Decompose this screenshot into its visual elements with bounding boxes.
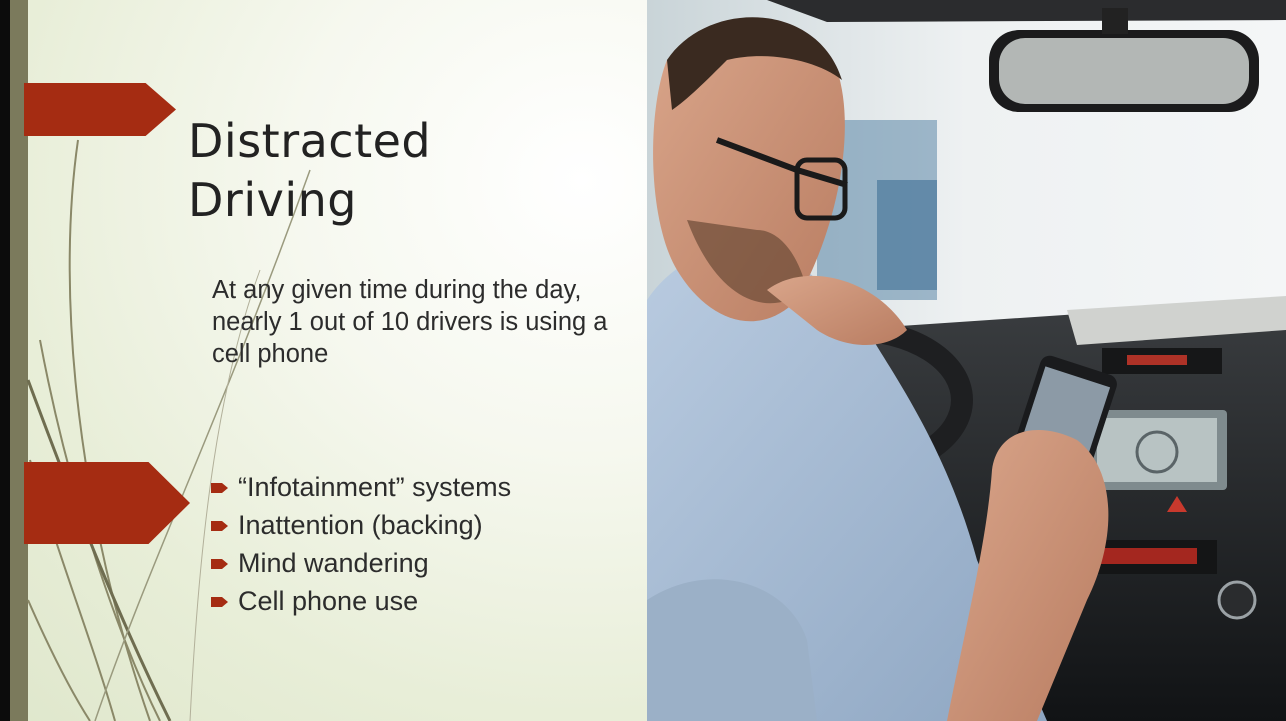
arrow-bullet-icon [211,483,228,493]
driver-texting-photo [647,0,1286,721]
slide: Distracted Driving At any given time dur… [0,0,1286,721]
arrow-bullet-icon [211,559,228,569]
arrow-bullet-icon [211,597,228,607]
bullet-item-mind-wandering: Mind wandering [210,548,630,579]
text-panel: Distracted Driving At any given time dur… [0,0,647,721]
bullet-item-cell-phone: Cell phone use [210,586,630,617]
bullet-item-inattention: Inattention (backing) [210,510,630,541]
bullet-text: Mind wandering [238,548,429,578]
bullet-text: Inattention (backing) [238,510,483,540]
title-line-1: Distracted [188,114,432,168]
photo-illustration [647,0,1286,721]
bullet-list: “Infotainment” systems Inattention (back… [210,472,630,624]
slide-title: Distracted Driving [188,112,628,230]
bullet-item-infotainment: “Infotainment” systems [210,472,630,503]
bullet-text: “Infotainment” systems [238,472,512,502]
arrow-bullet-icon [211,521,228,531]
intro-statement: At any given time during the day, nearly… [212,276,608,368]
title-line-2: Driving [188,173,357,227]
bullet-text: Cell phone use [238,586,419,616]
title-arrow-tab [24,83,176,136]
